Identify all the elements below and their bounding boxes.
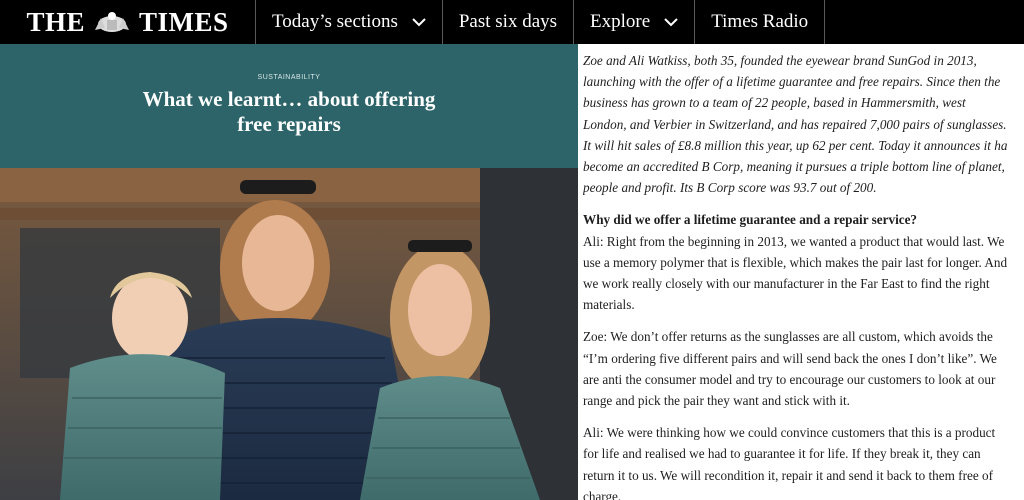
paragraph-line: Ali: We were thinking how we could convi… bbox=[583, 425, 996, 441]
paragraph-line: return it to us. We will recondition it,… bbox=[583, 467, 993, 483]
hero-header: SUSTAINABILITY What we learnt… about off… bbox=[0, 44, 578, 168]
standfirst-line: It will hit sales of £8.8 million this y… bbox=[583, 137, 1008, 153]
standfirst-line: London, and Verbier in Switzerland, and … bbox=[583, 116, 1007, 132]
nav-past-six-days[interactable]: Past six days bbox=[443, 0, 575, 44]
hero-panel: SUSTAINABILITY What we learnt… about off… bbox=[0, 44, 578, 500]
question-heading: Why did we offer a lifetime guarantee an… bbox=[583, 212, 918, 228]
nav-label: Times Radio bbox=[711, 11, 809, 32]
paragraph-line: charge. bbox=[583, 488, 622, 500]
standfirst-line: people and profit. Its B Corp score was … bbox=[583, 180, 877, 196]
chevron-down-icon bbox=[664, 17, 678, 26]
paragraph-line: for life and realised we had to guarante… bbox=[583, 446, 981, 462]
paragraph-ali-2: Ali: We were thinking how we could convi… bbox=[583, 422, 1024, 500]
section-kicker[interactable]: SUSTAINABILITY bbox=[0, 74, 578, 81]
nav-label: Explore bbox=[590, 11, 651, 32]
paragraph-line: “I’m ordering five different pairs and w… bbox=[583, 350, 997, 366]
standfirst-line: Zoe and Ali Watkiss, both 35, founded th… bbox=[583, 53, 977, 68]
paragraph-line: Ali: Right from the beginning in 2013, w… bbox=[583, 233, 1005, 249]
royal-crest-icon bbox=[95, 12, 129, 32]
paragraph-ali-1: Ali: Right from the beginning in 2013, w… bbox=[583, 231, 1024, 316]
top-nav: THE TIMES Today’s sections Past six days… bbox=[0, 0, 1024, 44]
nav-todays-sections[interactable]: Today’s sections bbox=[256, 0, 443, 44]
paragraph-line: we work really closely with our manufact… bbox=[583, 276, 990, 292]
standfirst-line: business has grown to a team of 22 peopl… bbox=[583, 95, 966, 111]
article-body: Zoe and Ali Watkiss, both 35, founded th… bbox=[583, 50, 1024, 500]
times-logo[interactable]: THE TIMES bbox=[0, 0, 256, 44]
nav-times-radio[interactable]: Times Radio bbox=[695, 0, 826, 44]
standfirst-line: become an accredited B Corp, meaning it … bbox=[583, 159, 1005, 175]
logo-the: THE bbox=[26, 6, 85, 37]
paragraph-zoe: Zoe: We don’t offer returns as the sungl… bbox=[583, 326, 1024, 411]
standfirst-line: launching with the offer of a lifetime g… bbox=[583, 74, 1001, 90]
nav-label: Today’s sections bbox=[272, 11, 398, 32]
nav-label: Past six days bbox=[458, 11, 558, 32]
logo-times: TIMES bbox=[139, 6, 229, 37]
nav-explore[interactable]: Explore bbox=[574, 0, 696, 44]
article-standfirst: Zoe and Ali Watkiss, both 35, founded th… bbox=[583, 50, 1024, 198]
paragraph-line: are anti the consumer model and try to e… bbox=[583, 371, 996, 387]
paragraph-line: materials. bbox=[583, 297, 635, 313]
chevron-down-icon bbox=[412, 17, 426, 26]
paragraph-line: range and pick the pair they want and st… bbox=[583, 393, 850, 409]
founders-photo bbox=[0, 168, 578, 500]
paragraph-line: use a memory polymer that is flexible, w… bbox=[583, 254, 1008, 270]
article-headline: What we learnt… about offering free repa… bbox=[142, 87, 436, 136]
paragraph-line: Zoe: We don’t offer returns as the sungl… bbox=[583, 329, 993, 345]
